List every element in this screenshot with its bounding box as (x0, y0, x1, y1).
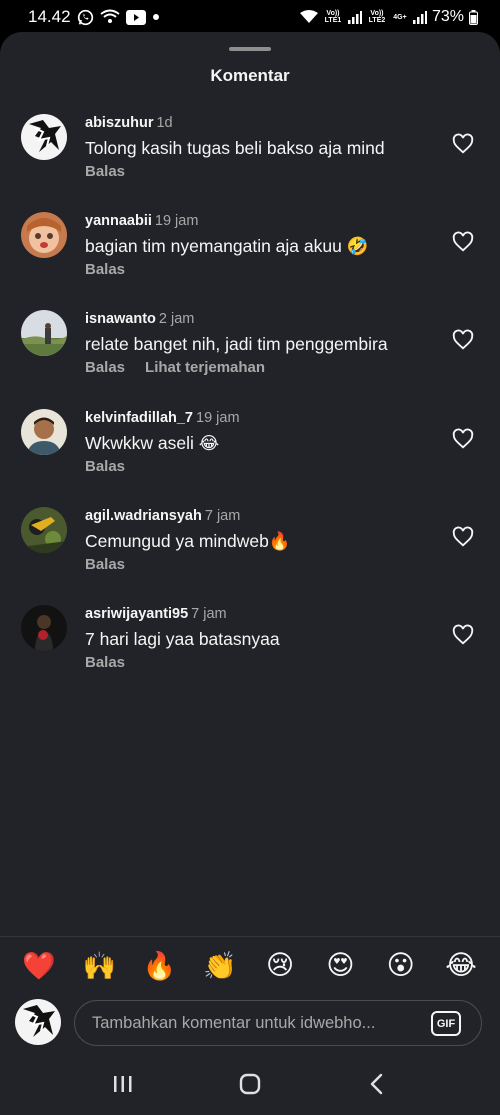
comment-item: agil.wadriansyah 7 jam Cemungud ya mindwe… (0, 506, 500, 605)
wifi-icon (299, 10, 318, 24)
emoji-surprised-button[interactable]: 😮 (384, 949, 418, 983)
battery-icon (469, 9, 478, 25)
emoji-heart-button[interactable]: ❤️ (22, 949, 56, 983)
emoji-raised-hands-button[interactable]: 🙌 (82, 949, 116, 983)
comment-username[interactable]: isnawanto (85, 311, 156, 327)
wifi-sync-icon (99, 9, 120, 25)
network-type: 4G+ (393, 13, 407, 21)
comment-input[interactable] (74, 1000, 482, 1046)
comment-text: relate banget nih, jadi tim penggembira (85, 334, 388, 355)
comment-text: Cemungud ya mindweb🔥 (85, 530, 291, 551)
back-icon (370, 1073, 382, 1094)
comment-time: 7 jam (191, 605, 227, 622)
like-heart-icon[interactable] (452, 329, 474, 351)
recent-apps-button[interactable] (103, 1064, 143, 1104)
home-button[interactable] (230, 1064, 270, 1104)
reply-button[interactable]: Balas (85, 261, 125, 278)
comment-text: bagian tim nyemangatin aja akuu 🤣 (85, 236, 369, 257)
sim2-label: Vo)) LTE2 (368, 10, 386, 24)
comment-time: 19 jam (196, 409, 240, 426)
comment-username[interactable]: asriwijayanti95 (85, 606, 188, 622)
comments-sheet: Komentar abiszuhur 1d Tolong kasih tugas … (0, 32, 500, 1052)
comment-username[interactable]: yannaabii (85, 213, 152, 229)
comment-time: 19 jam (154, 213, 199, 230)
comment-time: 2 jam (158, 311, 195, 328)
gif-button[interactable]: GIF (431, 1011, 461, 1036)
emoji-clap-button[interactable]: 👏 (203, 949, 237, 983)
back-button[interactable] (357, 1064, 397, 1104)
emoji-fire-button[interactable]: 🔥 (143, 949, 177, 983)
comment-item: isnawanto 2 jam relate banget nih, jadi t… (0, 310, 500, 408)
emoji-heart-eyes-button[interactable]: 😍 (323, 949, 357, 983)
avatar[interactable] (21, 310, 67, 357)
sheet-title: Komentar (210, 66, 290, 85)
emoji-reaction-bar: ❤️ 🙌 🔥 👏 😢 😍 😮 😂 (0, 936, 500, 994)
status-bar: 14.42 Vo)) LTE1 Vo)) LTE2 4G+ 73% (0, 0, 500, 34)
home-icon (239, 1073, 261, 1094)
comment-text: Wkwkkw aseli 😂 (85, 432, 220, 453)
avatar[interactable] (21, 212, 67, 259)
reply-button[interactable]: Balas (85, 163, 125, 180)
current-user-avatar (15, 999, 61, 1045)
avatar[interactable] (21, 604, 67, 651)
comment-text: 7 hari lagi yaa batasnyaa (85, 628, 280, 649)
notification-dot-icon (152, 13, 160, 21)
reply-button[interactable]: Balas (85, 359, 125, 376)
youtube-icon (125, 9, 146, 25)
whatsapp-icon (77, 9, 94, 26)
comment-time: 1d (156, 115, 173, 131)
emoji-crying-button[interactable]: 😢 (263, 949, 297, 983)
navigation-bar (0, 1052, 500, 1115)
comment-text: Tolong kasih tugas beli bakso aja mind (85, 138, 385, 158)
signal-sim1-icon (347, 10, 362, 24)
drag-handle[interactable] (229, 47, 271, 51)
like-heart-icon[interactable] (452, 624, 474, 646)
reply-button[interactable]: Balas (85, 458, 125, 475)
emoji-laughing-button[interactable]: 😂 (444, 949, 478, 983)
avatar[interactable] (21, 408, 67, 455)
status-time: 14.42 (28, 7, 71, 26)
comment-composer: GIF (0, 994, 500, 1052)
avatar[interactable] (21, 506, 67, 553)
comment-username[interactable]: agil.wadriansyah (85, 508, 202, 524)
comment-item: yannaabii 19 jam bagian tim nyemangatin a… (0, 212, 500, 310)
see-translation-button[interactable]: Lihat terjemahan (145, 359, 265, 376)
comment-item: kelvinfadillah_7 19 jam Wkwkkw aseli 😂 Ba… (0, 408, 500, 507)
comment-item: asriwijayanti95 7 jam 7 hari lagi yaa bat… (0, 604, 500, 703)
comment-list: abiszuhur 1d Tolong kasih tugas beli baks… (0, 114, 500, 703)
comment-username[interactable]: abiszuhur (85, 115, 153, 131)
sim1-label: Vo)) LTE1 (324, 10, 342, 24)
recent-apps-icon (114, 1075, 132, 1092)
reply-button[interactable]: Balas (85, 556, 125, 573)
signal-sim2-icon (412, 10, 427, 24)
battery-percent: 73% (431, 8, 464, 25)
like-heart-icon[interactable] (452, 428, 474, 450)
reply-button[interactable]: Balas (85, 654, 125, 671)
like-heart-icon[interactable] (452, 231, 474, 253)
avatar[interactable] (21, 114, 67, 160)
like-heart-icon[interactable] (452, 526, 474, 548)
like-heart-icon[interactable] (452, 133, 474, 155)
comment-time: 7 jam (204, 507, 241, 524)
comment-username[interactable]: kelvinfadillah_7 (85, 410, 193, 426)
comment-item: abiszuhur 1d Tolong kasih tugas beli baks… (0, 114, 500, 212)
